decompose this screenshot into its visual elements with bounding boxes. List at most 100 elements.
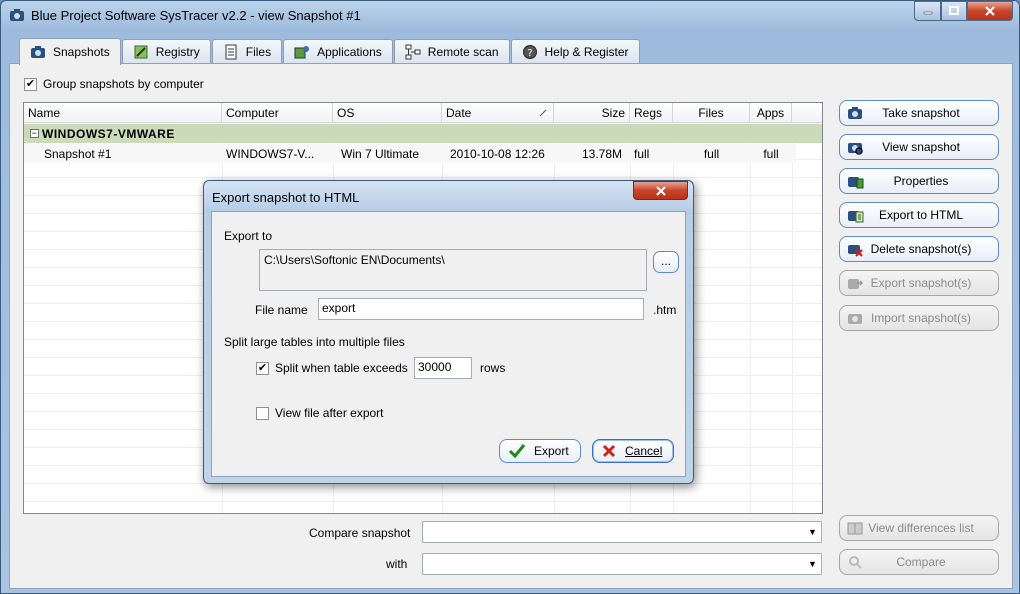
- close-icon: [985, 6, 995, 16]
- minimize-button[interactable]: [914, 1, 941, 21]
- browse-button[interactable]: ...: [653, 251, 679, 273]
- tab-help-register[interactable]: ? Help & Register: [510, 39, 640, 64]
- tab-label: Snapshots: [53, 45, 110, 59]
- export-to-html-label: Export to HTML: [878, 208, 964, 222]
- import-snapshots-button[interactable]: Import snapshot(s): [839, 305, 999, 331]
- properties-button[interactable]: Properties: [839, 168, 999, 194]
- cancel-x-icon: [602, 444, 616, 458]
- checkbox-box[interactable]: [256, 406, 269, 420]
- sort-ascending-icon: [539, 109, 547, 117]
- export-to-label: Export to: [224, 229, 273, 243]
- close-button[interactable]: [967, 1, 1013, 21]
- cancel-button[interactable]: Cancel: [592, 439, 674, 463]
- delete-snapshots-label: Delete snapshot(s): [870, 242, 972, 256]
- table-row[interactable]: Snapshot #1 WINDOWS7-V... Win 7 Ultimate…: [24, 144, 796, 163]
- grid-vline: [792, 124, 793, 513]
- checkbox-box[interactable]: ✔: [24, 77, 37, 91]
- compare-label: Compare: [896, 555, 946, 569]
- tab-remote-scan[interactable]: Remote scan: [393, 39, 510, 64]
- grid-vline: [750, 124, 751, 513]
- view-after-export-label: View file after export: [275, 406, 384, 420]
- close-icon: [655, 185, 666, 196]
- compare-snapshot-label: Compare snapshot: [309, 526, 411, 540]
- group-by-computer-label: Group snapshots by computer: [43, 77, 204, 91]
- view-differences-button[interactable]: View differences list: [839, 515, 999, 541]
- tab-applications[interactable]: Applications: [283, 39, 393, 64]
- export-button[interactable]: Export: [499, 439, 581, 463]
- registry-icon: [134, 45, 148, 59]
- cell-name: Snapshot #1: [44, 146, 112, 161]
- cell-size: 13.78M: [581, 146, 622, 161]
- cell-regs: full: [634, 146, 650, 161]
- take-snapshot-button[interactable]: Take snapshot: [839, 100, 999, 126]
- view-differences-label: View differences list: [868, 521, 974, 535]
- camera-icon: [10, 9, 24, 21]
- collapse-icon[interactable]: −: [30, 129, 39, 138]
- file-extension-label: .htm: [653, 303, 677, 317]
- window-controls: [914, 1, 1013, 21]
- checkbox-box[interactable]: ✔: [256, 361, 269, 375]
- chevron-down-icon: ▼: [808, 527, 817, 537]
- view-snapshot-label: View snapshot: [882, 140, 960, 154]
- split-tables-checkbox[interactable]: ✔ Split when table exceeds: [256, 361, 408, 375]
- computer-group-row[interactable]: − WINDOWS7-VMWARE: [24, 124, 822, 143]
- checkmark-icon: [508, 444, 526, 459]
- export-path-field[interactable]: C:\Users\Softonic EN\Documents\: [259, 249, 647, 291]
- group-by-computer-checkbox[interactable]: ✔ Group snapshots by computer: [24, 77, 204, 91]
- column-header-computer[interactable]: Computer: [222, 103, 333, 122]
- column-header-size[interactable]: Size: [554, 103, 630, 122]
- computer-group-label: WINDOWS7-VMWARE: [42, 126, 175, 141]
- export-snapshots-button[interactable]: Export snapshot(s): [839, 270, 999, 296]
- compare-snapshot-select[interactable]: ▼: [422, 521, 822, 543]
- file-name-label: File name: [255, 303, 308, 317]
- file-name-input[interactable]: export: [318, 298, 644, 320]
- export-to-html-button[interactable]: Export to HTML: [839, 202, 999, 228]
- network-icon: [405, 44, 421, 60]
- minimize-icon: [923, 11, 932, 15]
- compare-with-select[interactable]: ▼: [422, 553, 822, 575]
- export-html-icon: [848, 211, 864, 223]
- list-header: Name Computer OS Date Size Regs Files Ap…: [24, 103, 822, 123]
- maximize-button[interactable]: [941, 1, 967, 21]
- column-header-date[interactable]: Date: [442, 103, 554, 122]
- tab-snapshots[interactable]: Snapshots: [19, 38, 121, 65]
- import-snapshots-label: Import snapshot(s): [870, 311, 972, 325]
- export-button-label: Export: [534, 444, 569, 458]
- main-window: Blue Project Software SysTracer v2.2 - v…: [0, 0, 1020, 594]
- export-snapshots-label: Export snapshot(s): [870, 276, 972, 290]
- view-snapshot-button[interactable]: View snapshot: [839, 134, 999, 160]
- split-rows-input[interactable]: 30000: [414, 357, 472, 379]
- cell-apps: full: [763, 146, 779, 161]
- chevron-down-icon: ▼: [808, 559, 817, 569]
- tab-label: Files: [245, 45, 272, 59]
- maximize-icon: [949, 6, 959, 15]
- column-header-apps[interactable]: Apps: [750, 103, 792, 122]
- take-snapshot-label: Take snapshot: [882, 106, 960, 120]
- cancel-button-label: Cancel: [625, 444, 663, 458]
- cell-os: Win 7 Ultimate: [341, 146, 420, 161]
- main-tabs: Snapshots Registry Files Applications Re…: [19, 38, 641, 65]
- camera-view-icon: [848, 143, 863, 155]
- column-header-os[interactable]: OS: [333, 103, 442, 122]
- differences-icon: [847, 522, 863, 535]
- cell-date: 2010-10-08 12:26: [450, 146, 545, 161]
- tab-files[interactable]: Files: [211, 39, 283, 64]
- cell-computer: WINDOWS7-V...: [226, 146, 315, 161]
- column-header-name[interactable]: Name: [24, 103, 222, 122]
- title-bar: Blue Project Software SysTracer v2.2 - v…: [1, 1, 1019, 31]
- export-snapshot-icon: [848, 279, 864, 289]
- delete-snapshot-icon: [848, 245, 863, 257]
- view-after-export-checkbox[interactable]: View file after export: [256, 406, 384, 420]
- split-section-label: Split large tables into multiple files: [224, 335, 405, 349]
- files-icon: [225, 44, 237, 60]
- column-header-regs[interactable]: Regs: [630, 103, 673, 122]
- delete-snapshots-button[interactable]: Delete snapshot(s): [839, 236, 999, 262]
- dialog-body: Export to C:\Users\Softonic EN\Documents…: [211, 211, 686, 477]
- camera-icon: [31, 46, 45, 58]
- column-header-date-label: Date: [446, 106, 472, 120]
- column-header-files[interactable]: Files: [673, 103, 750, 122]
- with-label: with: [386, 557, 408, 571]
- dialog-close-button[interactable]: [633, 181, 688, 200]
- tab-registry[interactable]: Registry: [121, 39, 211, 64]
- compare-button[interactable]: Compare: [839, 549, 999, 575]
